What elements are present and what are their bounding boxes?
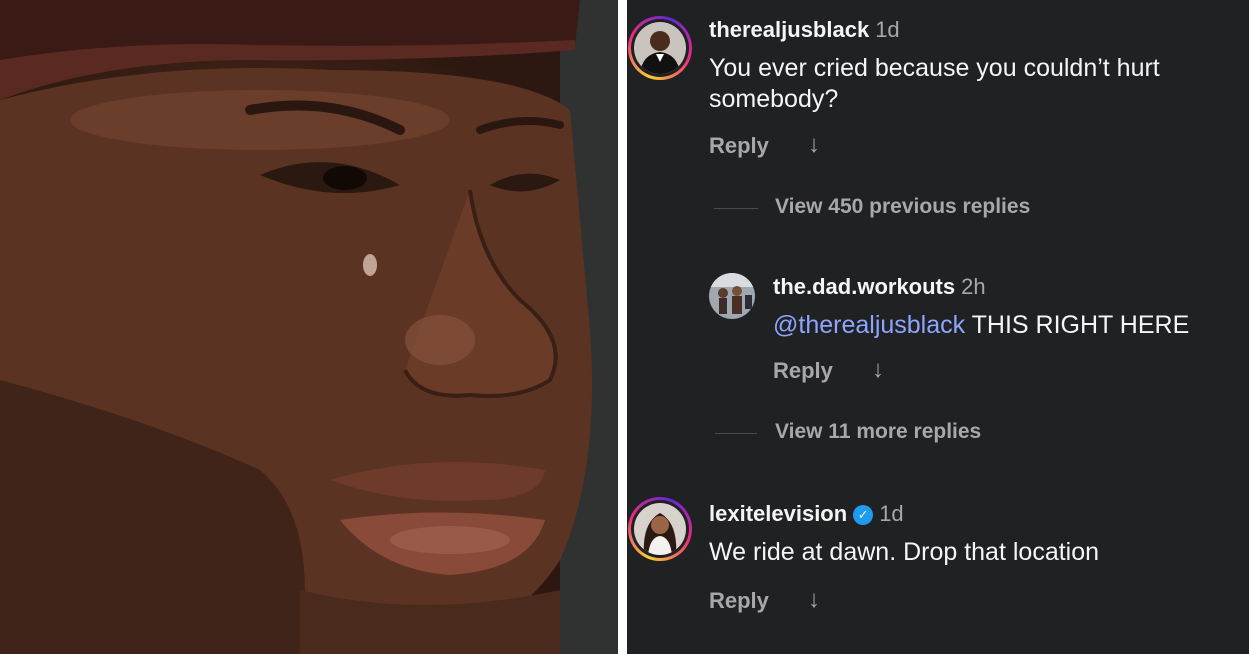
thread-line [715,433,757,434]
avatar-the-dad-workouts[interactable] [709,273,755,319]
avatar-lexitelevision[interactable] [628,497,692,561]
arrow-down-icon[interactable]: ↓ [872,356,884,384]
reply-button[interactable]: Reply [709,588,769,614]
avatar-therealjusblack[interactable] [628,16,692,80]
comments-panel: therealjusblack 1d You ever cried because… [627,0,1249,654]
view-more-replies-button[interactable]: View 11 more replies [775,420,981,444]
username-text[interactable]: therealjusblack [709,17,869,42]
arrow-down-icon[interactable]: ↓ [808,131,820,159]
panel-divider [618,0,627,654]
reply-button[interactable]: Reply [773,358,833,384]
comment-username[interactable]: lexitelevision ✓ 1d [709,501,904,527]
comment-text: We ride at dawn. Drop that location [709,538,1100,566]
comment-text: @therealjusblack THIS RIGHT HERE [773,310,1243,341]
comment-time: 2h [961,274,986,299]
username-text[interactable]: the.dad.workouts [773,274,955,299]
comment-username[interactable]: the.dad.workouts 2h [773,274,986,300]
comment-body: THIS RIGHT HERE [971,311,1190,339]
avatar-photo [709,273,755,319]
verified-badge-icon: ✓ [853,505,874,525]
thread-line [714,208,758,209]
reply-button[interactable]: Reply [709,133,769,159]
avatar-photo [634,503,686,555]
crying-man-photo [0,0,618,654]
username-text[interactable]: lexitelevision [709,501,847,526]
arrow-down-icon[interactable]: ↓ [808,586,820,614]
comment-time: 1d [875,17,900,42]
avatar-photo [634,22,686,74]
view-previous-replies-button[interactable]: View 450 previous replies [775,195,1030,219]
comment-time: 1d [879,501,904,526]
photo-illustration [0,0,618,654]
mention-link[interactable]: @therealjusblack [773,311,965,339]
comment-text: You ever cried because you couldn’t hurt… [709,54,1160,113]
comment-username[interactable]: therealjusblack 1d [709,17,900,43]
